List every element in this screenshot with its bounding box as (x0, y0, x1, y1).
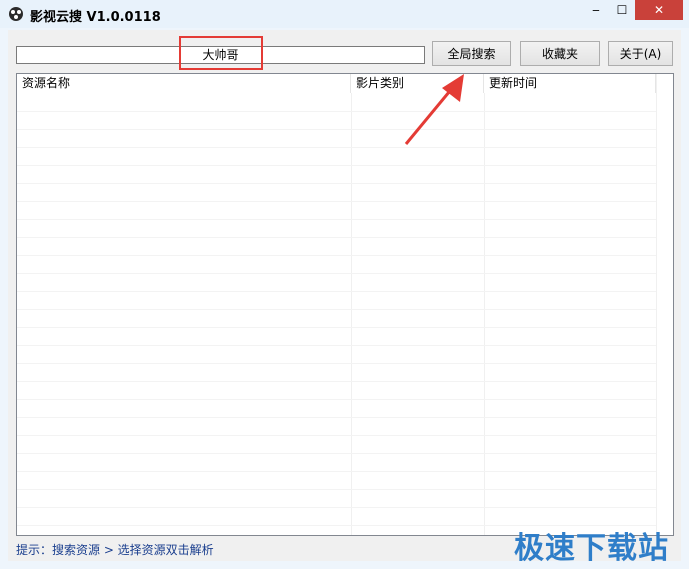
grid-row-line (17, 219, 656, 220)
grid-row-line (17, 201, 656, 202)
about-button[interactable]: 关于(A) (608, 41, 673, 66)
minimize-icon: ‒ (592, 3, 600, 17)
grid-row-line (17, 309, 656, 310)
grid-row-line (17, 363, 656, 364)
grid-row-line (17, 471, 656, 472)
watermark-logo: 极速下载站 (514, 531, 669, 566)
scrollbar-strip[interactable] (656, 74, 673, 535)
grid-row-line (17, 453, 656, 454)
app-window: 影视云搜 V1.0.0118 ‒ ☐ ✕ 全局搜索 收藏夹 关于(A) 资源名称… (0, 0, 689, 569)
maximize-icon: ☐ (616, 3, 628, 17)
window-title: 影视云搜 V1.0.0118 (30, 10, 161, 25)
grid-row-line (17, 237, 656, 238)
grid-row-line (17, 255, 656, 256)
favorites-button[interactable]: 收藏夹 (520, 41, 600, 66)
grid-row-line (17, 507, 656, 508)
table-header: 资源名称 影片类别 更新时间 (17, 74, 673, 93)
grid-row-line (17, 129, 656, 130)
close-button[interactable]: ✕ (635, 0, 683, 20)
column-header-resource-name[interactable]: 资源名称 (17, 74, 351, 93)
close-icon: ✕ (653, 3, 665, 17)
grid-row-line (17, 183, 656, 184)
grid-row-line (17, 111, 656, 112)
column-divider (484, 93, 485, 535)
app-logo-icon (8, 6, 24, 22)
search-value-highlight-box (179, 36, 263, 70)
grid-row-line (17, 147, 656, 148)
grid-row-line (17, 291, 656, 292)
grid-row-line (17, 417, 656, 418)
title-bar[interactable]: 影视云搜 V1.0.0118 ‒ ☐ ✕ (0, 0, 689, 28)
column-divider (351, 93, 352, 535)
annotation-arrow-icon (404, 74, 464, 145)
grid-row-line (17, 345, 656, 346)
status-hint: 提示：搜索资源 > 选择资源双击解析 (16, 543, 214, 557)
maximize-button[interactable]: ☐ (609, 0, 635, 20)
grid-row-line (17, 435, 656, 436)
minimize-button[interactable]: ‒ (583, 0, 609, 20)
global-search-button[interactable]: 全局搜索 (432, 41, 511, 66)
column-header-update-time[interactable]: 更新时间 (484, 74, 656, 93)
results-table[interactable]: 资源名称 影片类别 更新时间 (16, 73, 674, 536)
grid-row-line (17, 381, 656, 382)
grid-row-line (17, 399, 656, 400)
grid-row-line (17, 489, 656, 490)
grid-row-line (17, 273, 656, 274)
grid-row-line (17, 165, 656, 166)
grid-row-line (17, 327, 656, 328)
